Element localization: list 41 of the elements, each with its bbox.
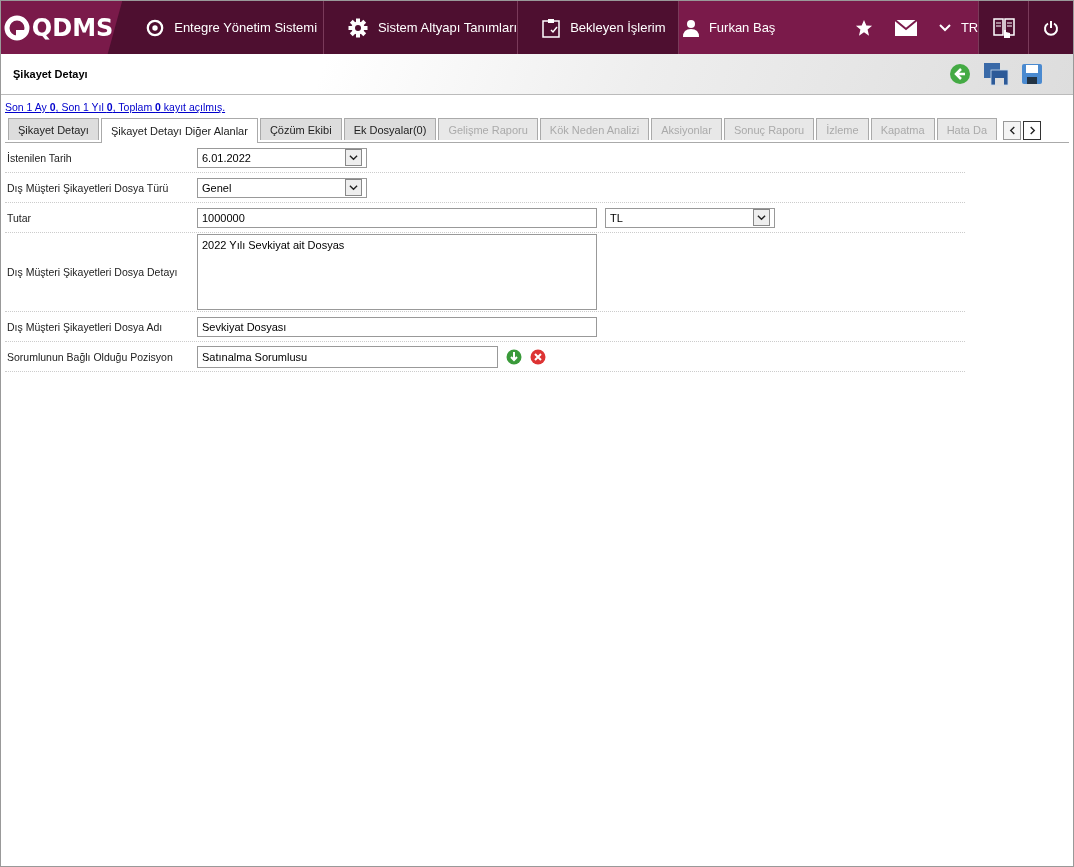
- tab[interactable]: Şikayet Detayı: [8, 118, 99, 140]
- chevron-down-icon: [349, 153, 358, 162]
- scroll-left-button[interactable]: [1003, 121, 1021, 140]
- language-select[interactable]: TR: [938, 20, 979, 35]
- chevron-down-icon: [757, 213, 766, 222]
- save-icon[interactable]: [1021, 63, 1043, 85]
- input-field[interactable]: Sevkiyat Dosyası: [197, 316, 597, 337]
- mail-icon[interactable]: [894, 19, 917, 36]
- field-label: Dış Müşteri Şikayetleri Dosya Türü: [6, 181, 170, 194]
- field-label: Dış Müşteri Şikayetleri Dosya Adı: [6, 320, 164, 333]
- chevron-right-icon: [1027, 126, 1037, 135]
- field-label: Tutar: [6, 211, 33, 224]
- logo: QDMS: [1, 1, 123, 54]
- select-field[interactable]: 6.01.2022: [197, 147, 367, 168]
- text-area[interactable]: 2022 Yılı Sevkiyat ait Dosyas: [197, 234, 597, 310]
- q-logo-icon: [146, 18, 165, 37]
- delete-icon[interactable]: [530, 348, 546, 365]
- user-icon: [682, 18, 699, 37]
- select-field[interactable]: Genel: [197, 177, 367, 198]
- book-hand-icon[interactable]: [991, 15, 1016, 40]
- field-label: İstenilen Tarih: [6, 151, 73, 164]
- save-all-icon[interactable]: [983, 62, 1009, 86]
- power-icon[interactable]: [1043, 19, 1060, 36]
- field-label: Sorumlunun Bağlı Olduğu Pozisyon: [6, 350, 174, 363]
- tab[interactable]: Ek Dosyalar(0): [343, 118, 437, 140]
- select-field[interactable]: TL: [605, 207, 775, 228]
- download-icon[interactable]: [506, 348, 522, 365]
- star-icon[interactable]: [854, 18, 873, 37]
- chevron-down-icon: [938, 23, 951, 32]
- back-icon[interactable]: [949, 63, 971, 85]
- summary-link[interactable]: Son 1 Ay 0, Son 1 Yıl 0, Toplam 0 kayıt açılmış.: [5, 101, 226, 113]
- chevron-left-icon: [1007, 126, 1017, 135]
- tab[interactable]: Çözüm Ekibi: [259, 118, 342, 140]
- scroll-right-button[interactable]: [1023, 121, 1041, 140]
- chevron-down-icon: [349, 183, 358, 192]
- tab[interactable]: Şikayet Detayı Diğer Alanlar: [100, 118, 258, 143]
- clipboard-icon: [542, 17, 561, 38]
- page-title: Şikayet Detayı: [13, 68, 88, 80]
- input-field[interactable]: Satınalma Sorumlusu: [197, 345, 498, 368]
- input-field[interactable]: 1000000: [197, 207, 597, 228]
- field-label: Dış Müşteri Şikayetleri Dosya Detayı: [6, 266, 179, 278]
